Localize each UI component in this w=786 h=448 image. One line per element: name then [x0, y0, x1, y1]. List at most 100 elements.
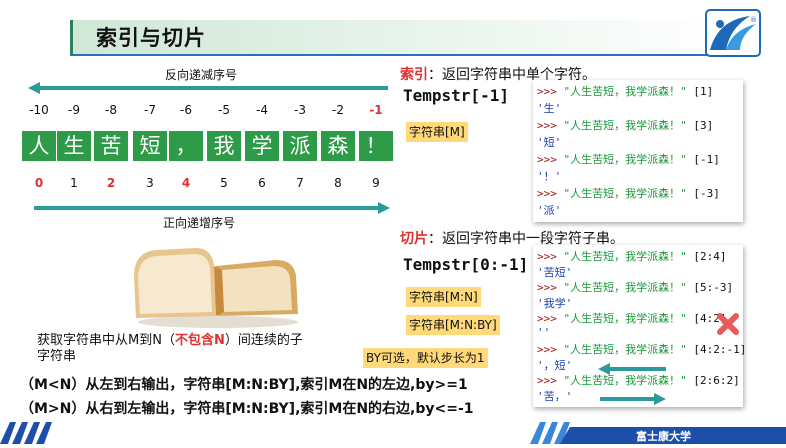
- character-cell: ！: [359, 131, 393, 161]
- left-arrow-icon: [598, 360, 666, 375]
- console-index: [4:2:-1]: [693, 343, 747, 356]
- slice-tag-mnby: 字符串[M:N:BY]: [406, 315, 500, 335]
- console-prompt: >>>: [537, 187, 557, 200]
- by-note: BY可选，默认步长为1: [363, 348, 488, 368]
- console-prompt: >>>: [537, 281, 557, 294]
- footer-university: 富士康大学: [636, 430, 691, 443]
- character-cell: 短: [133, 131, 167, 161]
- positive-index: 4: [181, 176, 191, 190]
- console-prompt: >>>: [537, 374, 557, 387]
- character-cell: 学: [245, 131, 279, 161]
- slice-description-emphasis: 不包含N: [174, 333, 225, 348]
- console-result: '派': [537, 204, 562, 217]
- console-input-line: >>> "人生苦短，我学派森！" [4:2]: [537, 310, 727, 326]
- rule-backward: （M>N）从右到左输出，字符串[M:N:BY],索引M在N的右边,by<=-1: [20, 401, 474, 417]
- console-index: [-3]: [693, 187, 720, 200]
- negative-index: -4: [256, 103, 268, 117]
- negative-index: -5: [218, 103, 230, 117]
- console-prompt: >>>: [537, 119, 557, 132]
- character-cell: ，: [169, 131, 203, 161]
- console-result: '我学': [537, 296, 573, 310]
- console-input-line: >>> "人生苦短，我学派森！" [2:4]: [537, 248, 727, 264]
- console-prompt: >>>: [537, 250, 557, 263]
- character-cell: 派: [283, 131, 317, 161]
- console-string: "人生苦短，我学派森！": [563, 119, 687, 132]
- character-cell: 森: [321, 131, 355, 161]
- slice-description-line2: 字符串: [37, 349, 77, 364]
- console-index: [3]: [693, 119, 714, 132]
- positive-index: 2: [106, 176, 116, 190]
- console-input-line: >>> "人生苦短，我学派森！" [-1]: [537, 151, 720, 167]
- forward-arrow-icon: [34, 200, 390, 214]
- console-string: "人生苦短，我学派森！": [563, 343, 687, 356]
- negative-index: -1: [369, 103, 383, 117]
- console-index: [-1]: [693, 153, 720, 166]
- forward-index-label: 正向递增序号: [163, 216, 236, 230]
- console-string: "人生苦短，我学派森！": [563, 312, 687, 325]
- slice-description-prefix: 获取字符串中从M到N（: [37, 333, 175, 348]
- console-result: '生': [537, 102, 562, 115]
- character-cell: 生: [57, 131, 91, 161]
- university-logo-icon: ®: [700, 6, 766, 62]
- console-index: [1]: [693, 85, 714, 98]
- console-result: '': [537, 325, 551, 339]
- svg-text:®: ®: [750, 16, 757, 24]
- negative-index: -6: [180, 103, 192, 117]
- index-heading-keyword: 索引: [400, 67, 428, 83]
- negative-index: -7: [144, 103, 156, 117]
- console-string: "人生苦短，我学派森！": [563, 187, 687, 200]
- positive-index: 7: [296, 176, 304, 190]
- console-result: '苦，': [537, 389, 573, 403]
- slice-syntax: Tempstr[0:-1]: [403, 255, 529, 274]
- console-string: "人生苦短，我学派森！": [563, 153, 687, 166]
- console-index: [2:4]: [693, 250, 727, 263]
- right-arrow-icon: [600, 390, 666, 405]
- console-result: '短': [537, 136, 562, 149]
- console-index: [2:6:2]: [693, 374, 740, 387]
- console-prompt: >>>: [537, 153, 557, 166]
- index-tag: 字符串[M]: [406, 122, 468, 142]
- page-title: 索引与切片: [96, 26, 206, 50]
- positive-index: 5: [220, 176, 228, 190]
- console-string: "人生苦短，我学派森！": [563, 374, 687, 387]
- console-input-line: >>> "人生苦短，我学派森！" [4:2:-1]: [537, 341, 746, 357]
- slice-description-suffix: ）间连续的子: [224, 333, 303, 348]
- console-input-line: >>> "人生苦短，我学派森！" [5:-3]: [537, 279, 733, 295]
- positive-index: 8: [334, 176, 342, 190]
- console-string: "人生苦短，我学派森！": [563, 85, 687, 98]
- index-syntax: Tempstr[-1]: [403, 86, 509, 105]
- character-cell: 苦: [94, 131, 128, 161]
- positive-index: 3: [146, 176, 154, 190]
- console-result: '！': [537, 170, 562, 183]
- footer-band: 富士康大学: [0, 417, 786, 444]
- negative-index: -3: [294, 103, 306, 117]
- positive-index: 1: [70, 176, 78, 190]
- reverse-arrow-icon: [28, 80, 388, 94]
- console-input-line: >>> "人生苦短，我学派森！" [3]: [537, 117, 713, 133]
- slice-description: 获取字符串中从M到N（不包含N）间连续的子 字符串: [37, 333, 377, 365]
- negative-index: -9: [68, 103, 80, 117]
- console-string: "人生苦短，我学派森！": [563, 281, 687, 294]
- cross-icon: [716, 312, 740, 336]
- console-result: '苦短': [537, 265, 573, 279]
- slice-tag-mn: 字符串[M:N]: [406, 287, 481, 307]
- character-cell: 人: [22, 131, 56, 161]
- console-input-line: >>> "人生苦短，我学派森！" [-3]: [537, 185, 720, 201]
- console-string: "人生苦短，我学派森！": [563, 250, 687, 263]
- bread-slices-image: [126, 236, 306, 332]
- negative-index: -8: [105, 103, 117, 117]
- character-cell: 我: [207, 131, 241, 161]
- positive-index: 6: [258, 176, 266, 190]
- console-index: [5:-3]: [693, 281, 734, 294]
- positive-index: 0: [34, 176, 44, 190]
- rule-forward: （M<N）从左到右输出，字符串[M:N:BY],索引M在N的左边,by>=1: [20, 377, 468, 393]
- console-prompt: >>>: [537, 343, 557, 356]
- negative-index: -2: [332, 103, 344, 117]
- slice-heading-keyword: 切片: [400, 231, 428, 247]
- negative-index: -10: [29, 103, 49, 117]
- console-prompt: >>>: [537, 312, 557, 325]
- slice-console: >>> "人生苦短，我学派森！" [2:4] '苦短' >>> "人生苦短，我学派森…: [533, 245, 746, 407]
- index-console: >>> "人生苦短，我学派森！" [1] '生' >>> "人生苦短，我学派森！" …: [533, 80, 743, 222]
- console-prompt: >>>: [537, 85, 557, 98]
- positive-index: 9: [372, 176, 380, 190]
